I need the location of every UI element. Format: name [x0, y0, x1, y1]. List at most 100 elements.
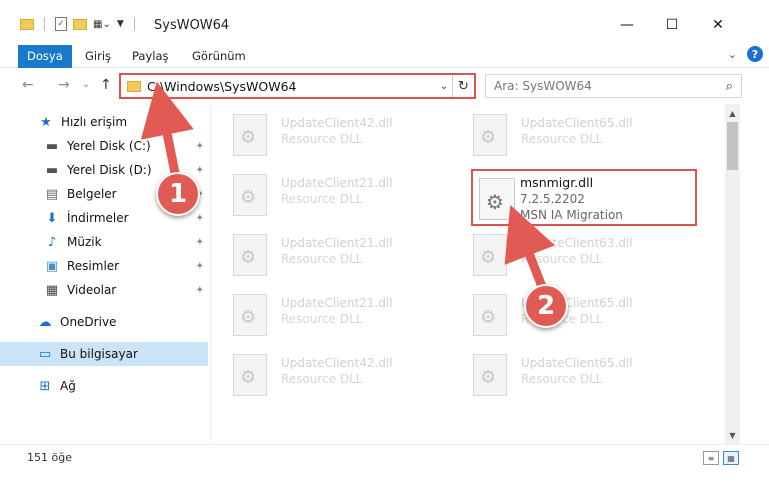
file-item[interactable]: UpdateClient21.dll Resource DLL	[211, 228, 431, 282]
file-item[interactable]: UpdateClient42.dll Resource DLL	[211, 108, 431, 162]
pin-icon[interactable]: ✦	[196, 285, 204, 296]
tab-gorunum[interactable]: Görünüm	[183, 45, 255, 68]
forward-button[interactable]: →	[58, 77, 70, 93]
pin-icon[interactable]: ✦	[196, 141, 204, 152]
sidebar-item-quick-access[interactable]: ★ Hızlı erişim	[38, 110, 208, 134]
pin-icon[interactable]: ✦	[196, 261, 204, 272]
address-dropdown-icon[interactable]: ⌄	[436, 81, 452, 92]
file-description: Resource DLL	[281, 252, 363, 266]
file-description: MSN IA Migration	[520, 208, 623, 222]
dll-file-icon	[233, 294, 267, 336]
file-item[interactable]: UpdateClient42.dll Resource DLL	[211, 348, 431, 402]
address-path[interactable]: C:\Windows\SysWOW64	[147, 79, 436, 94]
sidebar-item-music[interactable]: ♪ Müzik ✦	[0, 230, 208, 254]
navigation-pane: ★ Hızlı erişim ▬ Yerel Disk (C:) ✦ ▬ Yer…	[0, 104, 210, 444]
sidebar-item-onedrive[interactable]: ☁ OneDrive	[0, 310, 208, 334]
tab-giris[interactable]: Giriş	[76, 45, 120, 68]
file-description: Resource DLL	[281, 372, 363, 386]
address-row: ← → ⌄ ↑ C:\Windows\SysWOW64 ⌄ ↻ Ara: Sys…	[0, 69, 769, 101]
sidebar-item-label: Hızlı erişim	[61, 115, 128, 129]
file-name: UpdateClient21.dll	[281, 176, 393, 190]
pictures-icon: ▣	[45, 258, 59, 274]
dll-file-icon	[473, 354, 507, 396]
file-description: Resource DLL	[521, 132, 603, 146]
file-name: UpdateClient21.dll	[281, 296, 393, 310]
scroll-thumb[interactable]	[727, 122, 738, 170]
view-switcher: ≡ ▦	[703, 451, 739, 465]
sidebar-item-label: OneDrive	[60, 315, 117, 329]
download-icon: ⬇	[46, 210, 58, 226]
address-bar[interactable]: C:\Windows\SysWOW64 ⌄ ↻	[119, 73, 476, 99]
refresh-button[interactable]: ↻	[452, 75, 474, 97]
scroll-up-icon[interactable]: ▲	[725, 106, 740, 120]
pin-icon[interactable]: ✦	[196, 237, 204, 248]
details-view-icon[interactable]: ≡	[703, 451, 719, 465]
cloud-icon: ☁	[38, 314, 52, 330]
file-description: Resource DLL	[521, 252, 603, 266]
quick-access-toolbar: ✓ ▦⌄ ▼	[20, 17, 139, 31]
back-button[interactable]: ←	[22, 77, 34, 93]
drive-icon: ▬	[45, 138, 59, 154]
sidebar-item-label: Müzik	[67, 235, 102, 249]
help-icon[interactable]: ?	[747, 46, 763, 62]
sidebar-item-label: İndirmeler	[67, 211, 129, 225]
sidebar-item-label: Bu bilgisayar	[60, 347, 138, 361]
file-item[interactable]: UpdateClient21.dll Resource DLL	[211, 168, 431, 222]
search-box[interactable]: Ara: SysWOW64 ⌕	[485, 74, 742, 98]
file-item[interactable]: UpdateClient65.dll Resource DLL	[451, 348, 671, 402]
dll-file-icon	[473, 294, 507, 336]
file-list: UpdateClient42.dll Resource DLL UpdateCl…	[211, 104, 725, 444]
file-item[interactable]: UpdateClient21.dll Resource DLL	[211, 288, 431, 342]
up-button[interactable]: ↑	[100, 77, 112, 93]
customize-dropdown-icon[interactable]: ▼	[117, 19, 124, 29]
scroll-down-icon[interactable]: ▼	[725, 428, 740, 442]
file-description: Resource DLL	[281, 312, 363, 326]
file-description: Resource DLL	[281, 132, 363, 146]
sidebar-item-this-pc[interactable]: ▭ Bu bilgisayar	[0, 342, 208, 366]
sidebar-item-label: Videolar	[67, 283, 117, 297]
tab-paylas[interactable]: Paylaş	[123, 45, 178, 68]
sidebar-item-label: Belgeler	[67, 187, 117, 201]
tab-dosya[interactable]: Dosya	[18, 45, 72, 68]
file-description: Resource DLL	[281, 192, 363, 206]
file-name: UpdateClient21.dll	[281, 236, 393, 250]
tiles-view-icon[interactable]: ▦	[723, 451, 739, 465]
sidebar-item-disk-c[interactable]: ▬ Yerel Disk (C:) ✦	[0, 134, 208, 158]
dll-file-icon	[473, 114, 507, 156]
sidebar-item-network[interactable]: ⊞ Ağ	[0, 374, 208, 398]
expand-ribbon-icon[interactable]: ⌄	[728, 48, 737, 61]
file-item[interactable]: UpdateClient63.dll Resource DLL	[451, 228, 671, 282]
title-bar: ✓ ▦⌄ ▼ SysWOW64 — ☐ ✕	[0, 0, 769, 42]
toolbar-separator	[44, 17, 45, 31]
sidebar-item-label: Ağ	[60, 379, 76, 393]
dll-file-icon	[233, 354, 267, 396]
minimize-button[interactable]: —	[612, 14, 642, 36]
music-icon: ♪	[47, 234, 57, 250]
folder-icon	[20, 18, 34, 30]
file-version: 7.2.5.2202	[520, 192, 585, 206]
toolbar-separator	[133, 17, 135, 31]
file-item[interactable]: UpdateClient65.dll Resource DLL	[451, 108, 671, 162]
step-badge-1: 1	[156, 172, 200, 216]
highlighted-file-item[interactable]: msnmigr.dll 7.2.5.2202 MSN IA Migration	[471, 169, 697, 226]
vertical-scrollbar[interactable]: ▲ ▼	[725, 104, 740, 444]
drive-icon: ▬	[45, 162, 59, 178]
window-title: SysWOW64	[154, 18, 230, 33]
new-folder-icon[interactable]	[73, 18, 87, 30]
properties-icon[interactable]: ✓	[55, 17, 67, 31]
sidebar-item-pictures[interactable]: ▣ Resimler ✦	[0, 254, 208, 278]
dll-file-icon	[233, 174, 267, 216]
file-name: msnmigr.dll	[520, 175, 594, 190]
dll-file-icon	[233, 234, 267, 276]
sidebar-item-label: Resimler	[67, 259, 120, 273]
customize-toolbar-icon[interactable]: ▦⌄	[93, 19, 111, 30]
pin-icon[interactable]: ✦	[196, 165, 204, 176]
sidebar-item-videos[interactable]: ▦ Videolar ✦	[0, 278, 208, 302]
sidebar-item-label: Yerel Disk (C:)	[67, 139, 151, 153]
status-bar: 151 öğe ≡ ▦	[0, 444, 769, 499]
close-button[interactable]: ✕	[703, 14, 733, 36]
pin-icon[interactable]: ✦	[196, 213, 204, 224]
recent-locations-button[interactable]: ⌄	[82, 79, 90, 90]
maximize-button[interactable]: ☐	[657, 14, 687, 36]
videos-icon: ▦	[45, 282, 59, 298]
